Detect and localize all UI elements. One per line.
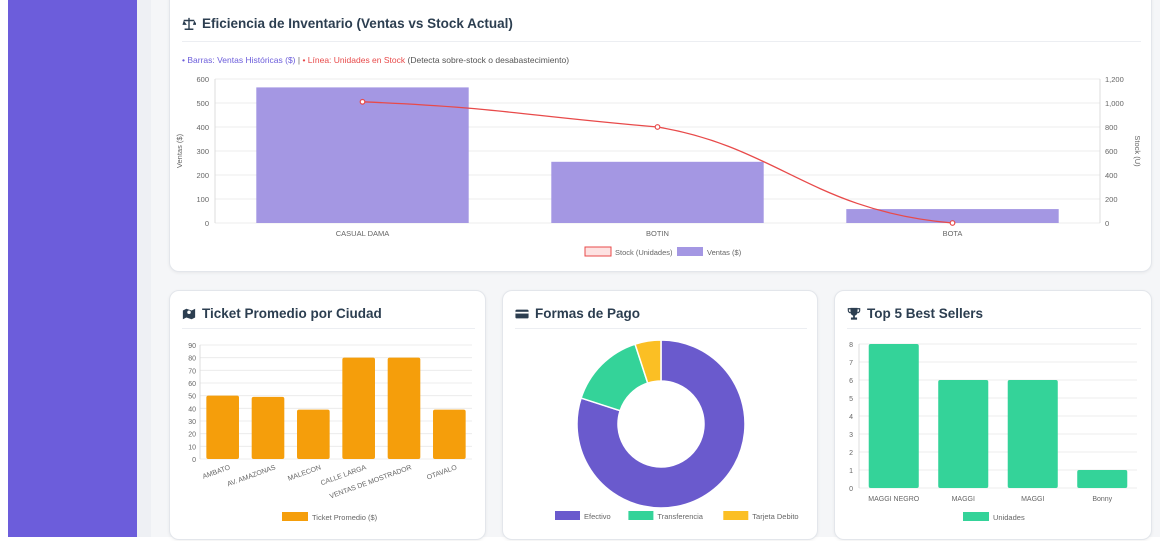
stock-point-1: [654, 124, 661, 130]
x-tick-label: AMBATO: [202, 464, 232, 481]
y-tick-label: 5: [849, 396, 853, 403]
x-tick-label: MALECON: [287, 464, 322, 482]
y-tick-label: 1: [849, 468, 853, 475]
y-tick-label: 100: [196, 195, 209, 204]
y-tick-label: 8: [849, 342, 853, 349]
legend-swatch-ticket: [282, 512, 308, 521]
bar-unidades-2: [1007, 380, 1058, 488]
x-tick-label: CASUAL DAMA: [336, 229, 390, 238]
y-tick-label: 0: [205, 219, 209, 228]
y-tick-label: 500: [196, 99, 209, 108]
y-tick-label: 20: [188, 432, 196, 439]
sidebar: [8, 0, 137, 537]
y-tick-label: 70: [188, 368, 196, 375]
bar-ticket-0: [206, 395, 239, 459]
sidebar-gutter: [137, 0, 151, 537]
y-tick-label: 3: [849, 432, 853, 439]
x-tick-label: Bonny: [1092, 496, 1112, 503]
ticket-chart: 0 10 20 30 40 50 60 70 80 90 AMBATOAV. AMAZONAS MAL…: [188, 343, 472, 522]
bar-ticket-1: [251, 396, 285, 459]
legend-label-unidades: Unidades: [993, 513, 1025, 522]
y-tick-label: 0: [192, 457, 196, 464]
bar-ticket-2: [297, 409, 330, 459]
y2-tick-label: 400: [1105, 171, 1118, 180]
bar-ticket-5: [433, 409, 466, 459]
y-tick-label: 0: [849, 486, 853, 493]
y-tick-label: 30: [188, 419, 196, 426]
y-tick-label: 200: [196, 171, 209, 180]
inventory-chart: 0 100 200 300 400 500 600 0 200 400 600 800 1,000 1,2…: [175, 75, 1142, 257]
x-tick-label: VENTAS DE MOSTRADOR: [329, 464, 413, 500]
top5-card: Top 5 Best Sellers 0 1 2 3 4 5 6 7 8 MAGGI NEGRO M…: [834, 290, 1152, 540]
legend-label-0: Efectivo: [584, 512, 611, 521]
legend-label-2: Tarjeta Debito: [752, 512, 798, 521]
y-tick-label: 4: [849, 414, 853, 421]
x-tick-label: BOTIN: [646, 229, 669, 238]
y2-tick-label: 800: [1105, 123, 1118, 132]
y-tick-label: 6: [849, 378, 853, 385]
x-tick-label: MAGGI: [952, 496, 975, 503]
bar-ticket-4: [387, 357, 421, 459]
stock-point-0: [359, 98, 366, 105]
bar-unidades-1: [938, 380, 989, 488]
x-tick-label: MAGGI: [1021, 496, 1044, 503]
y-tick-label: 50: [188, 394, 196, 401]
y-tick-label: 300: [196, 147, 209, 156]
bar-ventas-0: [256, 87, 469, 224]
y-axis-label: Ventas ($): [175, 133, 184, 168]
y-tick-label: 7: [849, 360, 853, 367]
x-tick-label: OTAVALO: [426, 464, 459, 482]
legend-label-ticket: Ticket Promedio ($): [312, 513, 378, 522]
payments-chart: Efectivo Transferencia Tarjeta Debito: [555, 339, 799, 521]
y-tick-label: 60: [188, 381, 196, 388]
y2-axis-label: Stock (U): [1133, 135, 1142, 167]
y2-tick-label: 0: [1105, 219, 1109, 228]
legend-label-stock: Stock (Unidades): [615, 248, 673, 257]
legend-label-ventas: Ventas ($): [707, 248, 742, 257]
top5-chart: 0 1 2 3 4 5 6 7 8 MAGGI NEGRO MAGGI MAGGI Bonny Unida…: [849, 342, 1137, 522]
y2-tick-label: 200: [1105, 195, 1118, 204]
bar-unidades-3: [1077, 470, 1128, 488]
y-tick-label: 400: [196, 123, 209, 132]
y-tick-label: 10: [188, 444, 196, 451]
y-tick-label: 600: [196, 75, 209, 84]
legend-swatch-2: [723, 511, 749, 520]
bar-ventas-1: [551, 161, 764, 223]
x-tick-label: MAGGI NEGRO: [868, 496, 920, 503]
x-tick-label: AV. AMAZONAS: [226, 464, 277, 488]
legend-swatch-0: [555, 511, 580, 520]
ticket-card: Ticket Promedio por Ciudad 0 10 20 30 40 50 60…: [169, 290, 486, 540]
legend-label-1: Transferencia: [657, 512, 703, 521]
legend-swatch-unidades: [963, 512, 989, 521]
y-tick-label: 2: [849, 450, 853, 457]
legend-swatch-stock: [584, 246, 612, 257]
bar-ticket-3: [342, 357, 375, 459]
y-tick-label: 40: [188, 406, 196, 413]
y-tick-label: 90: [188, 343, 196, 350]
legend-swatch-1: [628, 511, 654, 520]
y2-tick-label: 1,200: [1105, 75, 1124, 84]
y2-tick-label: 1,000: [1105, 99, 1124, 108]
inventory-card: Eficiencia de Inventario (Ventas vs Stoc…: [169, 0, 1152, 272]
stock-point-2: [949, 220, 956, 226]
payments-card: Formas de Pago Efectivo Transferencia Tarj…: [502, 290, 818, 540]
bar-unidades-0: [868, 344, 919, 488]
y2-tick-label: 600: [1105, 147, 1118, 156]
legend-swatch-ventas: [677, 247, 703, 256]
x-tick-label: BOTA: [943, 229, 963, 238]
y-tick-label: 80: [188, 356, 196, 363]
